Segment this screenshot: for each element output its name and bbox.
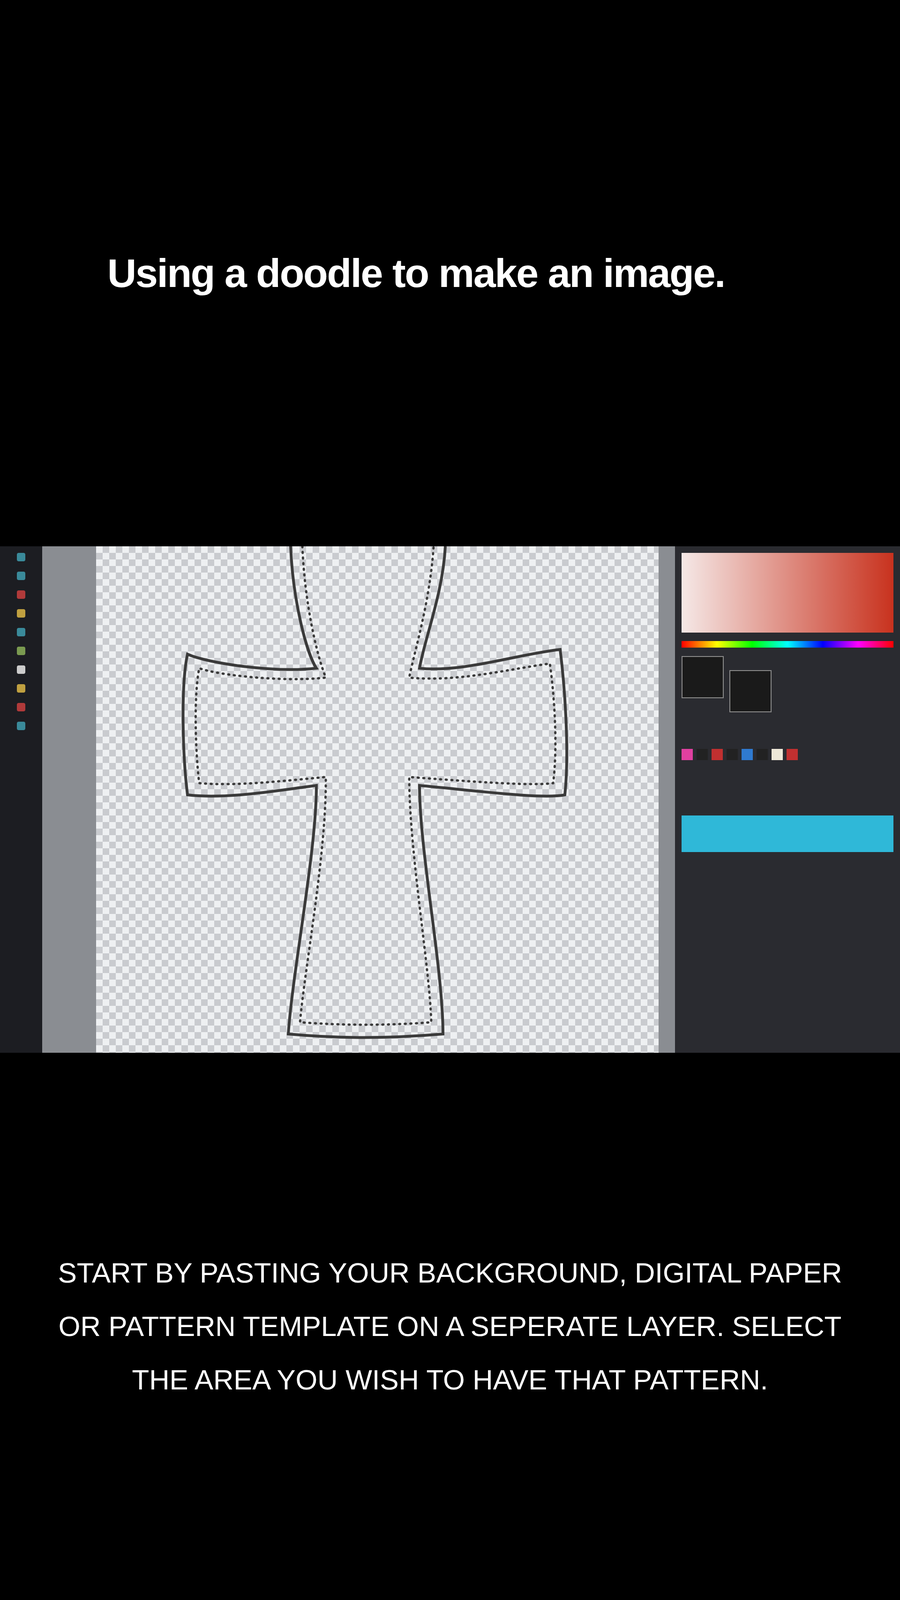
side-panel: [675, 546, 900, 1053]
slide-title: Using a doodle to make an image.: [107, 248, 725, 298]
slide: Using a doodle to make an image.: [0, 0, 900, 1600]
screen-photo: [0, 546, 900, 1053]
caption-area: START BY PASTING YOUR BACKGROUND, DIGITA…: [0, 1052, 900, 1600]
tool-strip: [0, 546, 43, 1053]
canvas[interactable]: [96, 546, 659, 1053]
slide-caption: START BY PASTING YOUR BACKGROUND, DIGITA…: [37, 1245, 863, 1407]
title-area: Using a doodle to make an image.: [0, 0, 900, 547]
cross-doodle-icon: [96, 546, 659, 1053]
